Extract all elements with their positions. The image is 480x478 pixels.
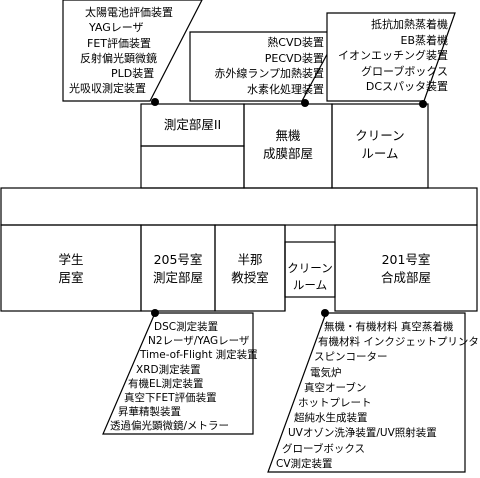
equipment-item: 光吸収測定装置 bbox=[69, 82, 146, 96]
room-measurement-2-lower-box bbox=[140, 145, 245, 189]
equipment-item: 無機・有機材料 真空蒸着機 bbox=[324, 321, 454, 333]
callout-dot-room-205 bbox=[151, 309, 159, 317]
equipment-item: 有機材料 インクジェットプリンタ bbox=[318, 336, 479, 349]
equipment-list-clean-lower: 無機・有機材料 真空蒸着機 有機材料 インクジェットプリンタ スピンコーター 電… bbox=[272, 320, 479, 472]
equipment-item: 超純水生成装置 bbox=[294, 412, 368, 425]
room-label-student: 学生 居室 bbox=[1, 251, 141, 287]
equipment-item: 昇華精製装置 bbox=[118, 406, 181, 419]
equipment-list-measurement-2: 太陽電池評価装置 YAGレーザ FET評価装置 反射偏光顕微鏡 PLD装置 光吸… bbox=[67, 5, 173, 97]
equipment-item: グローブボックス bbox=[360, 64, 448, 78]
room-associate-prof-name-2: 教授室 bbox=[231, 270, 269, 285]
room-measurement-2-name: 測定部屋II bbox=[163, 117, 222, 132]
equipment-item: イオンエッチング装置 bbox=[338, 49, 448, 62]
equipment-item: 透過偏光顕微鏡/メトラー bbox=[110, 420, 230, 433]
room-inorganic-film-name-1: 無機 bbox=[275, 128, 301, 143]
room-clean-lower-name-1: クリーン bbox=[287, 261, 333, 275]
equipment-item: Time-of-Flight 測定装置 bbox=[140, 349, 258, 362]
equipment-item: 反射偏光顕微鏡 bbox=[80, 51, 157, 65]
equipment-item: N2レーザ/YAGレーザ bbox=[148, 335, 250, 348]
equipment-item: DSC測定装置 bbox=[154, 321, 219, 333]
equipment-item: 真空オーブン bbox=[304, 381, 367, 394]
equipment-item: スピンコーター bbox=[314, 351, 388, 364]
equipment-item: グローブボックス bbox=[282, 442, 366, 455]
room-205-name-1: 205号室 bbox=[153, 252, 203, 267]
equipment-item: ホットプレート bbox=[298, 397, 372, 410]
callout-dot-inorganic-film bbox=[301, 99, 309, 107]
room-label-associate-prof: 半那 教授室 bbox=[215, 251, 285, 287]
equipment-item: UVオゾン洗浄装置/UV照射装置 bbox=[288, 427, 437, 440]
equipment-list-clean-upper: 抵抗加熱蒸着機 EB蒸着機 イオンエッチング装置 グローブボックス DCスパッタ… bbox=[330, 17, 448, 95]
equipment-item: CV測定装置 bbox=[276, 457, 333, 470]
room-student-name-2: 居室 bbox=[58, 270, 84, 285]
equipment-list-room-205: DSC測定装置 N2レーザ/YAGレーザ Time-of-Flight 測定装置… bbox=[106, 320, 258, 434]
room-201-name-1: 201号室 bbox=[381, 252, 431, 267]
equipment-item: 水素化処理装置 bbox=[247, 82, 324, 96]
room-label-205: 205号室 測定部屋 bbox=[141, 251, 215, 287]
room-label-clean-lower: クリーン ルーム bbox=[285, 260, 335, 294]
room-label-201: 201号室 合成部屋 bbox=[335, 251, 477, 287]
room-clean-upper-name-1: クリーン bbox=[355, 128, 405, 143]
equipment-item: YAGレーザ bbox=[89, 21, 144, 35]
equipment-item: PLD装置 bbox=[111, 67, 155, 81]
corridor bbox=[0, 187, 478, 226]
room-clean-lower-name-2: ルーム bbox=[292, 278, 328, 292]
callout-dot-clean-upper bbox=[419, 100, 427, 108]
equipment-item: XRD測定装置 bbox=[136, 363, 201, 376]
equipment-item: PECVD装置 bbox=[264, 51, 324, 65]
room-201-name-2: 合成部屋 bbox=[380, 270, 431, 285]
equipment-item: DCスパッタ装置 bbox=[365, 80, 448, 93]
room-label-measurement-2: 測定部屋II bbox=[141, 116, 244, 134]
equipment-item: 有機EL測定装置 bbox=[128, 377, 204, 390]
equipment-item: EB蒸着機 bbox=[400, 33, 449, 47]
equipment-item: 熱CVD装置 bbox=[267, 36, 324, 49]
room-associate-prof-name-1: 半那 bbox=[237, 252, 263, 267]
equipment-list-inorganic-film: 熱CVD装置 PECVD装置 赤外線ランプ加熱装置 水素化処理装置 bbox=[194, 35, 324, 97]
equipment-item: 抵抗加熱蒸着機 bbox=[371, 18, 448, 31]
equipment-item: 太陽電池評価装置 bbox=[85, 6, 173, 19]
equipment-item: 真空下FET評価装置 bbox=[124, 392, 217, 405]
equipment-item: FET評価装置 bbox=[87, 36, 151, 50]
room-label-inorganic-film: 無機 成膜部屋 bbox=[244, 127, 332, 163]
room-205-name-2: 測定部屋 bbox=[152, 270, 203, 285]
room-inorganic-film-name-2: 成膜部屋 bbox=[262, 146, 313, 161]
callout-dot-measurement-2 bbox=[151, 98, 159, 106]
callout-dot-clean-lower bbox=[321, 309, 329, 317]
room-student-name-1: 学生 bbox=[58, 252, 84, 267]
room-label-clean-upper: クリーン ルーム bbox=[332, 127, 428, 163]
room-clean-upper-name-2: ルーム bbox=[361, 146, 399, 161]
equipment-item: 赤外線ランプ加熱装置 bbox=[214, 67, 324, 80]
equipment-item: 電気炉 bbox=[310, 366, 342, 379]
